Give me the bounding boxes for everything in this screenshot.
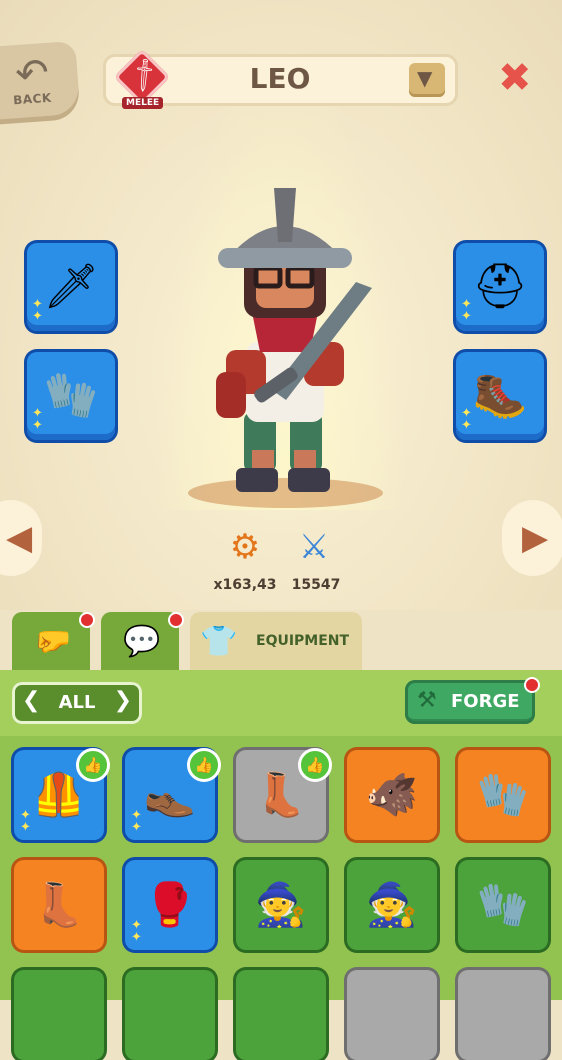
- slot-boots[interactable]: 🥾 ✦ ✦: [456, 352, 544, 440]
- chevron-down-icon: ▼: [417, 66, 433, 90]
- chat-bubble-icon: 💬: [123, 624, 161, 659]
- notification-dot: [79, 612, 95, 628]
- stars-icon: ✦ ✦: [461, 406, 472, 433]
- power-multiplier-icon: ⚙: [229, 527, 261, 567]
- thumbs-up-icon: 👍: [298, 748, 332, 782]
- inventory-item[interactable]: [236, 970, 326, 1060]
- inventory-item[interactable]: 🧙: [236, 860, 326, 950]
- inventory-item[interactable]: [347, 970, 437, 1060]
- wizard-hat-icon: 🧙: [365, 880, 419, 929]
- inventory-item[interactable]: 🧤: [458, 860, 548, 950]
- slot-gloves[interactable]: 🧤 ✦ ✦: [27, 352, 115, 440]
- forge-button[interactable]: ⚒ FORGE: [405, 680, 535, 724]
- wizard-hat-icon: 🧙: [254, 880, 308, 929]
- fist-upgrade-icon: 🤛: [34, 624, 72, 659]
- hero-character[interactable]: [186, 182, 382, 502]
- stars-icon: ✦ ✦: [461, 297, 472, 324]
- close-icon[interactable]: ✖: [498, 55, 532, 101]
- boots-icon: 👢: [32, 880, 86, 929]
- thumbs-up-icon: 👍: [187, 748, 221, 782]
- slot-weapon[interactable]: 🗡 ✦ ✦: [27, 243, 115, 331]
- slot-helmet[interactable]: ⛑ ✦ ✦: [456, 243, 544, 331]
- forge-label: FORGE: [451, 691, 520, 712]
- hero-select-dropdown[interactable]: ▼: [409, 63, 445, 97]
- power-multiplier-value: x163,43: [213, 577, 277, 593]
- next-hero-button[interactable]: ▶: [502, 500, 562, 576]
- battle-power-value: 15547: [291, 577, 341, 593]
- inventory-item[interactable]: [458, 970, 548, 1060]
- inventory-item[interactable]: 🐗: [347, 750, 437, 840]
- chevron-left-icon: ◀: [6, 518, 33, 558]
- anvil-icon: ⚒: [417, 688, 437, 713]
- class-badge: 🗡 MELEE: [113, 48, 174, 113]
- inventory-item[interactable]: 🧙: [347, 860, 437, 950]
- inventory-item[interactable]: [14, 970, 104, 1060]
- inventory-item[interactable]: 👢: [14, 860, 104, 950]
- notification-dot: [524, 677, 540, 693]
- notification-dot: [168, 612, 184, 628]
- gauntlet-icon: 🧤: [476, 770, 530, 819]
- back-label: BACK: [12, 90, 53, 108]
- stars-icon: ✦ ✦: [32, 297, 43, 324]
- stars-icon: ✦ ✦: [32, 406, 43, 433]
- gauntlet-icon: 🧤: [476, 880, 530, 929]
- hero-name: LEO: [249, 62, 311, 95]
- boar-mask-icon: 🐗: [365, 770, 419, 819]
- inventory-item[interactable]: 🧤: [458, 750, 548, 840]
- chevron-right-icon[interactable]: ❯: [114, 688, 132, 713]
- thumbs-up-icon: 👍: [76, 748, 110, 782]
- inventory-item[interactable]: 🥊 ✦ ✦: [125, 860, 215, 950]
- crossed-swords-icon: ⚔: [298, 527, 330, 567]
- chevron-right-icon: ▶: [522, 518, 549, 558]
- back-button[interactable]: ↶ BACK: [0, 40, 81, 126]
- filter-all-selector[interactable]: ❮ ALL ❯: [12, 682, 142, 724]
- tab-equipment-label: EQUIPMENT: [256, 633, 350, 649]
- class-label: MELEE: [122, 97, 164, 109]
- inventory-item[interactable]: [125, 970, 215, 1060]
- tab-equipment[interactable]: 👕 EQUIPMENT: [190, 612, 362, 672]
- stars-icon: ✦ ✦: [20, 808, 31, 835]
- stars-icon: ✦ ✦: [131, 918, 142, 945]
- shirt-icon: 👕: [200, 624, 238, 659]
- stars-icon: ✦ ✦: [131, 808, 142, 835]
